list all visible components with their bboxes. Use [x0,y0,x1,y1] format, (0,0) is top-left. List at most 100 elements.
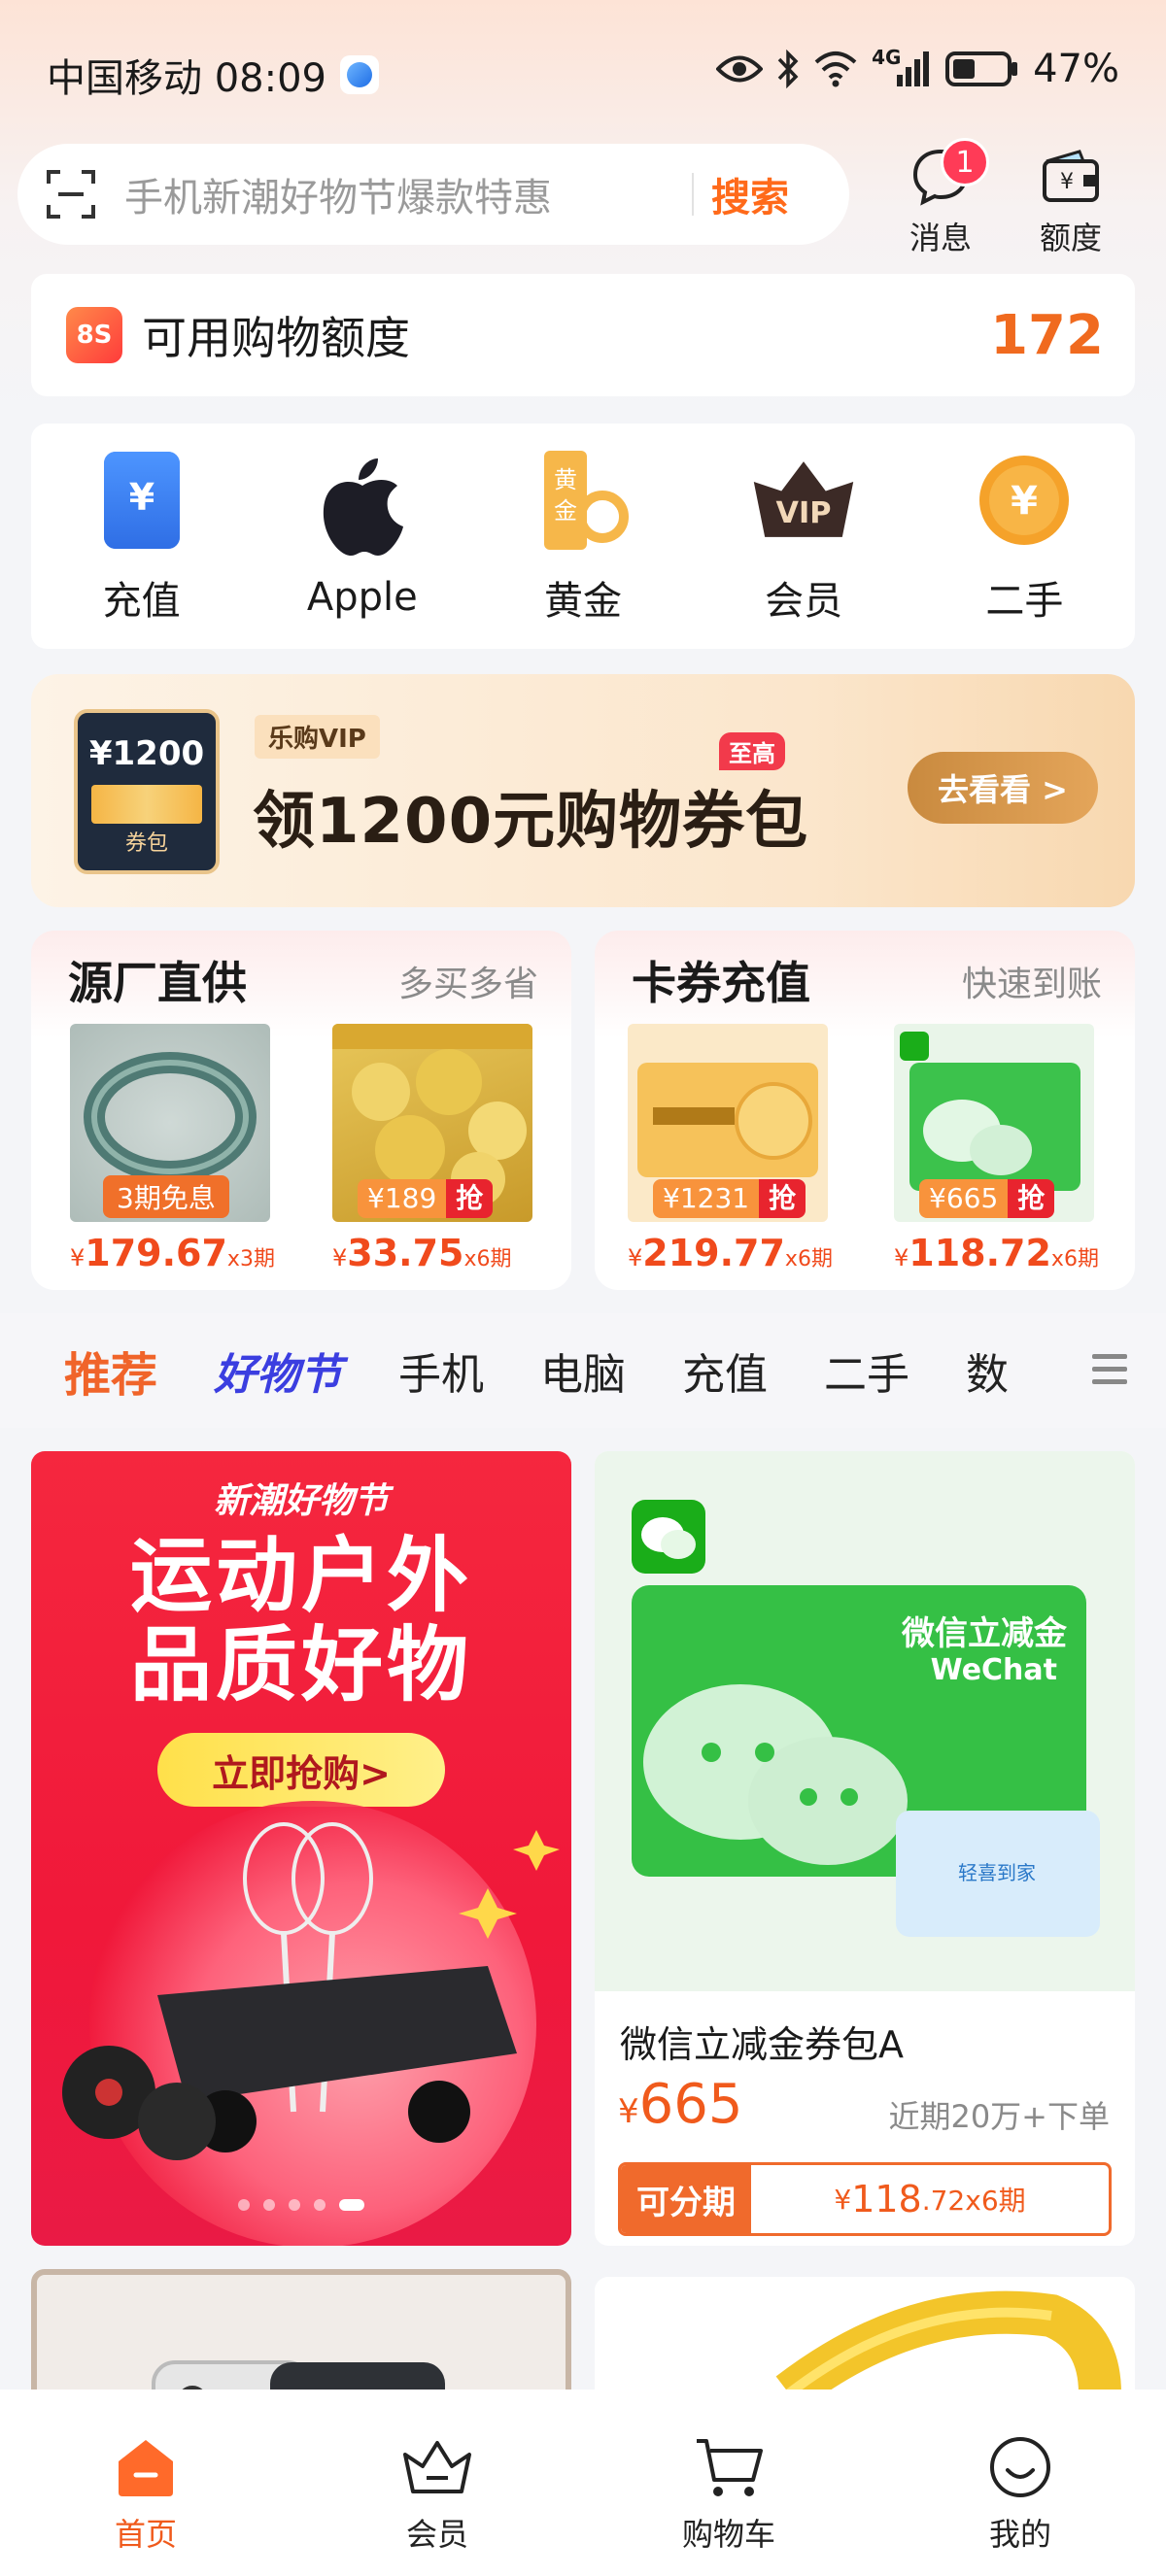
promo-line-2: 品质好物 [129,1617,472,1713]
tab-recharge[interactable]: 充值 [682,1339,768,1402]
outdoor-products-image [62,1822,560,2160]
product-card[interactable]: 微信立减金 WeChat 轻喜到家 微信立减金券包A ¥665 近期20万+下单… [595,1451,1135,2246]
promo-brand: 新潮好物节 [213,1481,389,1521]
voucher-subtitle: WeChat [930,1653,1057,1687]
product-price: ¥219.77x6期 [628,1232,833,1274]
search-button[interactable]: 搜索 [711,166,789,222]
tab-computer[interactable]: 电脑 [540,1339,626,1402]
search-bar[interactable]: 手机新潮好物节爆款特惠 搜索 [17,144,849,245]
installment-box[interactable]: 可分期 ¥118.72x6期 [618,2162,1112,2236]
svg-text:¥: ¥ [1011,479,1038,524]
shortcut-recharge[interactable]: ¥ 充值 [54,447,229,626]
quota-value: 172 [990,303,1104,367]
nav-label: 购物车 [681,2516,775,2553]
voucher-partner-tag: 轻喜到家 [958,1861,1036,1884]
promo-buy-button[interactable]: 立即抢购> [157,1733,445,1807]
bottom-navigation: 首页 会员 购物车 我的 [0,2390,1166,2576]
shopping-quota-card[interactable]: 8S 可用购物额度 172 [31,274,1135,396]
apple-icon [309,453,416,559]
shortcut-grid: ¥ 充值 Apple 黄金 黄金 VIP 会员 ¥ 二手 [31,424,1135,649]
quota-button[interactable]: ¥ 额度 [1012,138,1129,258]
wallet-icon: ¥ [1012,138,1129,210]
shortcut-apple[interactable]: Apple [275,453,450,620]
grab-badge: ¥1231 抢 [653,1179,806,1218]
smile-icon [943,2428,1098,2506]
bluetooth-icon [777,50,799,88]
second-hand-icon: ¥ [971,447,1078,554]
messages-label: 消息 [909,220,972,256]
messages-button[interactable]: 1 消息 [882,138,999,258]
product-item[interactable]: 3期免息 ¥179.67x3期 [70,1024,275,1274]
svg-text:VIP: VIP [776,496,832,530]
product-price: ¥179.67x3期 [70,1232,275,1274]
search-input[interactable]: 手机新潮好物节爆款特惠 [124,166,674,222]
vip-highlight-badge: 至高 [719,732,785,770]
nav-label: 我的 [988,2516,1051,2553]
voucher-recharge-module[interactable]: 卡券充值 快速到账 ¥1231 抢 ¥219.77x6期 ¥665 抢 ¥118.7… [595,931,1135,1290]
wechat-voucher-image: ¥665 抢 [894,1024,1094,1222]
wifi-icon [814,51,857,87]
module-subtitle: 快速到账 [961,965,1102,1004]
factory-direct-module[interactable]: 源厂直供 多买多省 3期免息 ¥179.67x3期 ¥189 抢 ¥33.75x6… [31,931,571,1290]
signal-icon [897,51,930,86]
coupon-pack-image: ¥1200 券包 [74,709,220,874]
nav-mine[interactable]: 我的 [943,2428,1098,2555]
product-price: ¥665 [618,2073,743,2136]
vip-brand-tag: 乐购VIP [255,715,380,759]
message-badge: 1 [941,138,989,186]
coupon-amount: ¥1200 [88,734,205,773]
nav-home[interactable]: 首页 [68,2428,223,2555]
product-item[interactable]: ¥665 抢 ¥118.72x6期 [894,1024,1099,1274]
svg-text:¥: ¥ [1060,170,1074,194]
tab-recommend[interactable]: 推荐 [64,1337,157,1405]
nav-member[interactable]: 会员 [360,2428,515,2555]
coupon-tag: 券包 [124,831,168,856]
product-name: 微信立减金券包A [620,2023,904,2066]
shortcut-label: Apple [306,575,418,620]
tab-second-hand[interactable]: 二手 [824,1339,909,1402]
gold-stack [91,785,202,824]
scan-icon[interactable] [17,144,124,245]
tab-festival[interactable]: 好物节 [214,1339,342,1402]
battery-icon [945,51,1018,86]
outdoor-promo-banner[interactable]: 新潮好物节 运动户外 品质好物 立即抢购> [31,1451,571,2246]
eye-icon [716,55,764,83]
product-price: ¥33.75x6期 [332,1232,512,1274]
module-subtitle: 多买多省 [397,965,538,1004]
status-left: 中国移动 08:09 [47,47,379,103]
vip-coupon-banner[interactable]: ¥1200 券包 乐购VIP 至高 领1200元购物券包 去看看 > [31,674,1135,907]
quota-title: 可用购物额度 [142,312,410,364]
nav-cart[interactable]: 购物车 [651,2428,806,2555]
shortcut-gold[interactable]: 黄金 黄金 [496,447,670,626]
gold-voucher-image: ¥1231 抢 [628,1024,828,1222]
status-right: 4G 47% [716,46,1119,91]
installment-price: ¥118.72x6期 [834,2178,1026,2220]
vip-title: 领1200元购物券包 [253,786,809,858]
tab-digital[interactable]: 数 [966,1339,1009,1402]
installment-label: 可分期 [621,2165,751,2233]
module-title: 卡券充值 [632,957,810,1009]
menu-icon[interactable] [1092,1354,1127,1392]
message-icon: 1 [882,138,999,210]
promo-line-1: 运动户外 [129,1528,472,1623]
shortcut-second-hand[interactable]: ¥ 二手 [937,447,1112,626]
vip-icon: VIP [750,447,857,554]
shortcut-label: 二手 [985,579,1064,624]
product-item[interactable]: ¥1231 抢 ¥219.77x6期 [628,1024,833,1274]
search-divider [692,173,694,216]
category-tabs: 推荐 好物节 手机 电脑 充值 二手 数 [0,1313,1166,1428]
shortcut-vip[interactable]: VIP 会员 [716,447,891,626]
crown-icon [360,2428,515,2506]
grab-badge: ¥189 抢 [358,1179,494,1218]
signal-strength: 4G [872,46,932,88]
battery-percent: 47% [1033,47,1119,91]
nav-label: 会员 [405,2516,468,2553]
shortcut-label: 会员 [765,579,843,624]
product-item[interactable]: ¥189 抢 ¥33.75x6期 [332,1024,532,1274]
gold-icon: 黄金 [530,447,636,554]
sales-count: 近期20万+下单 [888,2098,1110,2135]
status-bar: 中国移动 08:09 4G 47% [0,39,1166,107]
tab-phone[interactable]: 手机 [398,1339,484,1402]
vip-go-button[interactable]: 去看看 > [908,752,1098,824]
jade-bangle-image: 3期免息 [70,1024,270,1222]
